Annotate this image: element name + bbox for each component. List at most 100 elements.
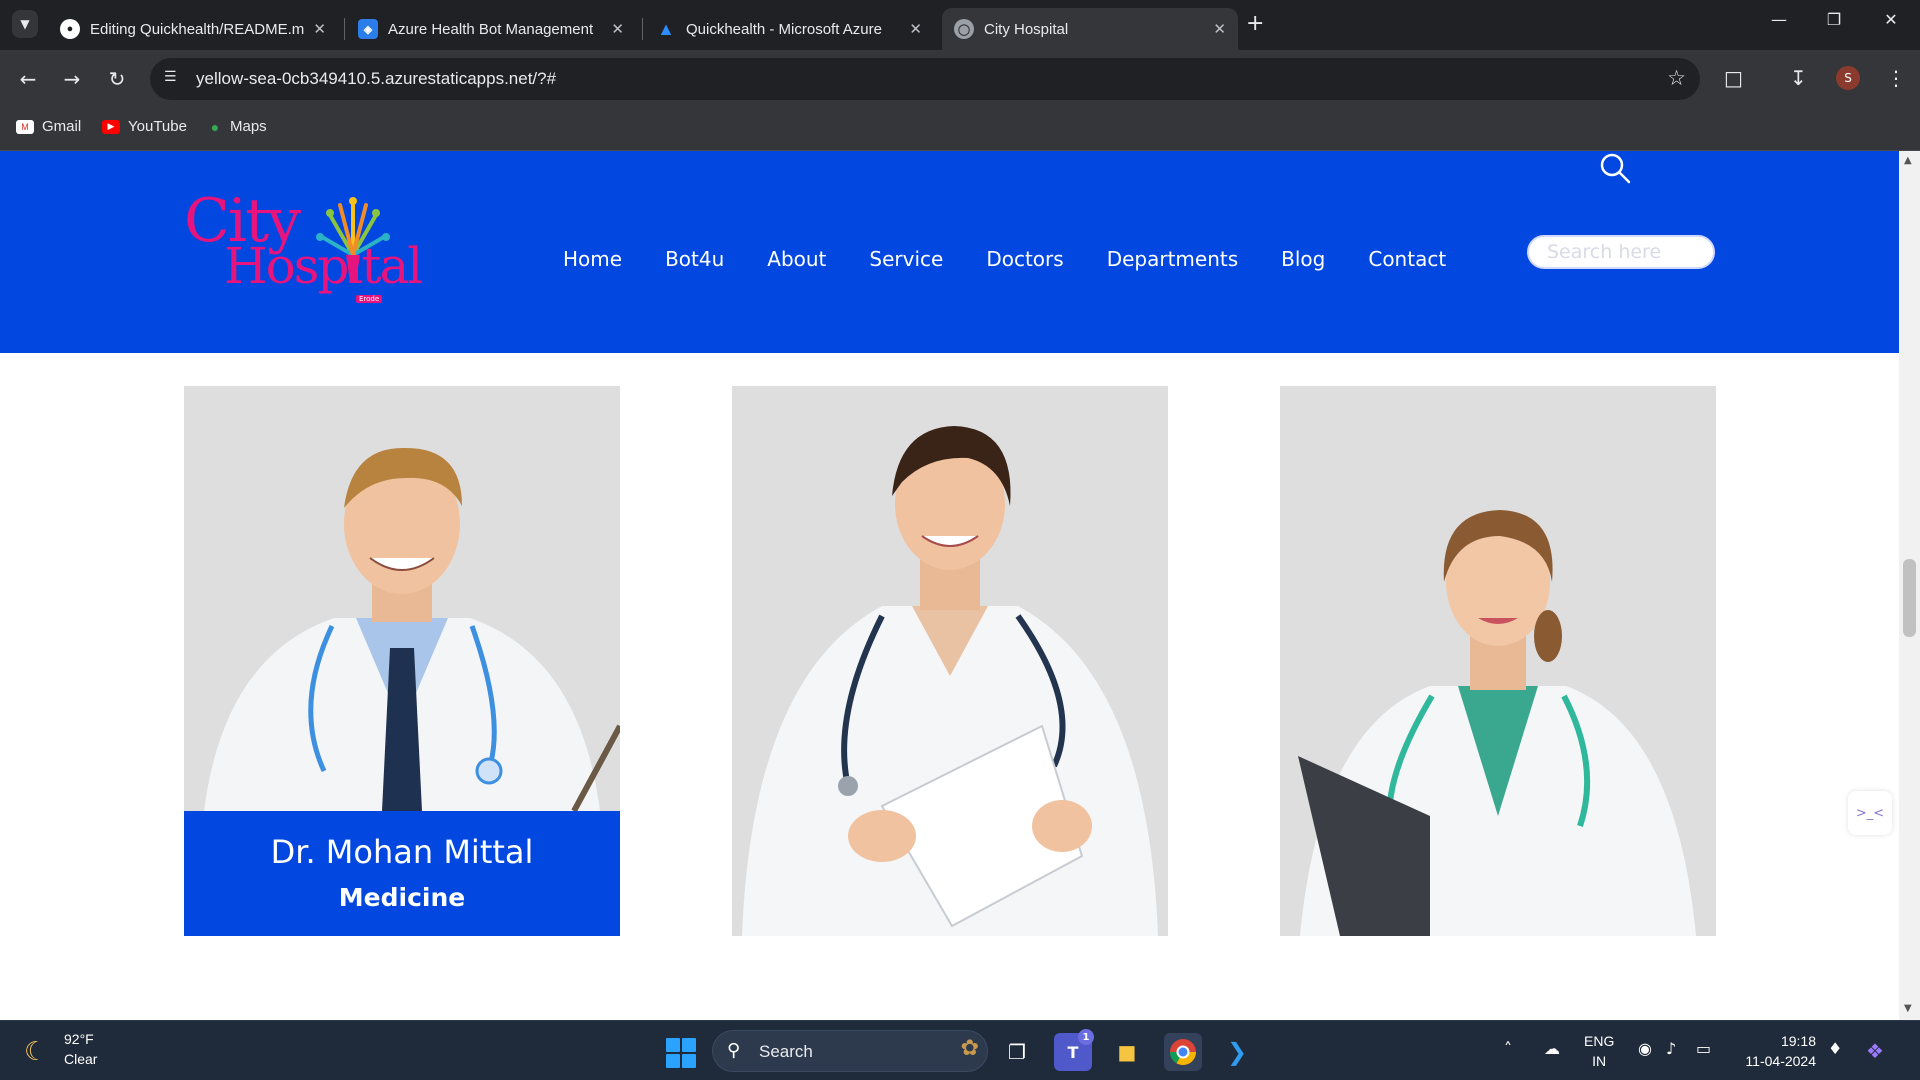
plus-icon: + bbox=[1246, 11, 1265, 36]
forward-button[interactable]: → bbox=[58, 66, 86, 92]
extensions-icon[interactable]: □ bbox=[1724, 66, 1743, 90]
start-button[interactable] bbox=[666, 1038, 696, 1068]
doctor-card[interactable] bbox=[732, 386, 1168, 936]
minimize-button[interactable]: — bbox=[1764, 10, 1794, 29]
copilot-icon[interactable]: ❖ bbox=[1866, 1039, 1884, 1063]
onedrive-icon[interactable]: ☁ bbox=[1544, 1039, 1560, 1058]
github-icon: ● bbox=[60, 19, 80, 39]
bookmark-star-icon[interactable]: ☆ bbox=[1667, 66, 1686, 90]
battery-icon[interactable]: ▭ bbox=[1696, 1039, 1711, 1058]
youtube-icon: ▶ bbox=[102, 119, 120, 134]
address-bar[interactable]: ☰ yellow-sea-0cb349410.5.azurestaticapps… bbox=[150, 58, 1700, 100]
url-text[interactable]: yellow-sea-0cb349410.5.azurestaticapps.n… bbox=[196, 69, 556, 89]
nav-departments[interactable]: Departments bbox=[1107, 247, 1238, 271]
nav-bot4u[interactable]: Bot4u bbox=[665, 247, 724, 271]
nav-service[interactable]: Service bbox=[869, 247, 943, 271]
chrome-app[interactable] bbox=[1164, 1033, 1202, 1071]
weather-condition[interactable]: Clear bbox=[64, 1051, 97, 1067]
main-nav: Home Bot4u About Service Doctors Departm… bbox=[563, 247, 1489, 271]
scrollbar-thumb[interactable] bbox=[1903, 559, 1916, 637]
globe-icon: ◯ bbox=[954, 19, 974, 39]
volume-icon[interactable]: ♪ bbox=[1666, 1039, 1676, 1058]
bookmark-maps[interactable]: ● Maps bbox=[208, 118, 267, 135]
gmail-icon: M bbox=[16, 119, 34, 134]
close-icon[interactable]: ✕ bbox=[1213, 20, 1226, 38]
close-icon[interactable]: ✕ bbox=[909, 20, 922, 38]
health-bot-icon: ◈ bbox=[358, 19, 378, 39]
reload-button[interactable]: ↻ bbox=[103, 66, 131, 92]
moon-icon[interactable]: ☾ bbox=[24, 1037, 47, 1067]
chevron-up-icon[interactable]: ˄ bbox=[1504, 1039, 1512, 1058]
close-window-button[interactable]: ✕ bbox=[1876, 10, 1906, 29]
page-viewport: City Hospital Erode Home Bot4u About Ser… bbox=[0, 151, 1920, 1020]
browser-toolbar: ← → ↻ ☰ yellow-sea-0cb349410.5.azurestat… bbox=[0, 50, 1920, 108]
arrow-right-icon: → bbox=[63, 67, 81, 91]
vscode-app[interactable]: ❯ bbox=[1218, 1033, 1256, 1071]
nav-blog[interactable]: Blog bbox=[1281, 247, 1325, 271]
nav-contact[interactable]: Contact bbox=[1368, 247, 1446, 271]
tab-city-hospital[interactable]: ◯ City Hospital ✕ bbox=[942, 8, 1238, 50]
taskbar-search[interactable]: ⚲ Search ✿ bbox=[712, 1030, 988, 1072]
tab-separator bbox=[344, 18, 345, 40]
language-indicator[interactable]: ENG IN bbox=[1584, 1031, 1614, 1071]
menu-kebab-icon[interactable]: ⋮ bbox=[1886, 66, 1906, 90]
doctor-caption: Dr. Mohan Mittal Medicine bbox=[184, 811, 620, 936]
search-highlight-icon: ✿ bbox=[960, 1036, 979, 1061]
close-icon[interactable]: ✕ bbox=[611, 20, 624, 38]
chat-icon: >_< bbox=[1855, 805, 1885, 821]
restore-button[interactable]: ❐ bbox=[1819, 10, 1849, 29]
new-tab-button[interactable]: + bbox=[1246, 12, 1264, 36]
city-hospital-logo[interactable]: City Hospital Erode bbox=[184, 191, 423, 311]
tab-azure-health-bot[interactable]: ◈ Azure Health Bot Management ✕ bbox=[346, 8, 636, 50]
bookmark-gmail[interactable]: M Gmail bbox=[16, 118, 81, 135]
nav-about[interactable]: About bbox=[767, 247, 826, 271]
doctor-photo bbox=[732, 386, 1168, 936]
site-info-icon[interactable]: ☰ bbox=[164, 69, 177, 85]
doctor-card[interactable] bbox=[1280, 386, 1716, 936]
windows-logo-icon bbox=[666, 1038, 680, 1052]
tab-separator bbox=[642, 18, 643, 40]
task-view-button[interactable]: ❐ bbox=[998, 1033, 1036, 1071]
browser-tab-bar: ▼ ● Editing Quickhealth/README.m ✕ ◈ Azu… bbox=[0, 0, 1920, 50]
azure-icon: ▲ bbox=[657, 18, 675, 39]
scroll-down-icon[interactable]: ▼ bbox=[1904, 1003, 1912, 1014]
minimize-icon: — bbox=[1771, 10, 1787, 29]
weather-temperature[interactable]: 92°F bbox=[64, 1031, 94, 1047]
tab-azure-portal[interactable]: ▲ Quickhealth - Microsoft Azure ✕ bbox=[644, 8, 934, 50]
close-icon: ✕ bbox=[1884, 10, 1898, 29]
notification-badge: 1 bbox=[1078, 1029, 1094, 1045]
chat-widget-button[interactable]: >_< bbox=[1848, 791, 1892, 835]
page-scrollbar[interactable]: ▲ ▼ bbox=[1899, 151, 1920, 1020]
doctor-name: Dr. Mohan Mittal bbox=[270, 833, 534, 871]
windows-taskbar: ☾ 92°F Clear ⚲ Search ✿ ❐ T 1 ■ ❯ ˄ ☁ EN… bbox=[0, 1020, 1920, 1080]
tab-github[interactable]: ● Editing Quickhealth/README.m ✕ bbox=[48, 8, 338, 50]
teams-app[interactable]: T 1 bbox=[1054, 1029, 1094, 1071]
notification-bell-icon[interactable]: ♦ bbox=[1828, 1039, 1842, 1058]
back-button[interactable]: ← bbox=[14, 66, 42, 92]
chevron-down-icon: ▼ bbox=[20, 17, 30, 31]
close-icon[interactable]: ✕ bbox=[313, 20, 326, 38]
arrow-left-icon: ← bbox=[19, 67, 37, 91]
system-clock[interactable]: 19:18 11-04-2024 bbox=[1736, 1031, 1816, 1071]
nav-home[interactable]: Home bbox=[563, 247, 622, 271]
task-view-icon: ❐ bbox=[1008, 1040, 1026, 1064]
search-icon: ⚲ bbox=[727, 1040, 741, 1061]
bookmarks-bar: M Gmail ▶ YouTube ● Maps bbox=[0, 108, 1920, 151]
bookmark-youtube[interactable]: ▶ YouTube bbox=[102, 118, 187, 135]
tab-search-button[interactable]: ▼ bbox=[12, 10, 38, 38]
maps-icon: ● bbox=[210, 118, 220, 135]
profile-avatar[interactable]: S bbox=[1836, 66, 1860, 90]
download-icon[interactable]: ↧ bbox=[1790, 66, 1807, 90]
reload-icon: ↻ bbox=[108, 67, 126, 91]
site-header: City Hospital Erode Home Bot4u About Ser… bbox=[0, 151, 1899, 353]
file-explorer-app[interactable]: ■ bbox=[1108, 1033, 1146, 1071]
doctor-card[interactable]: Dr. Mohan Mittal Medicine bbox=[184, 386, 620, 936]
scroll-up-icon[interactable]: ▲ bbox=[1904, 155, 1912, 166]
search-icon[interactable] bbox=[1598, 151, 1632, 185]
site-search-input[interactable] bbox=[1527, 235, 1715, 269]
chrome-icon bbox=[1169, 1039, 1197, 1066]
folder-icon: ■ bbox=[1117, 1040, 1137, 1064]
network-icon[interactable]: ◉ bbox=[1638, 1039, 1652, 1058]
restore-icon: ❐ bbox=[1826, 10, 1842, 29]
nav-doctors[interactable]: Doctors bbox=[986, 247, 1063, 271]
